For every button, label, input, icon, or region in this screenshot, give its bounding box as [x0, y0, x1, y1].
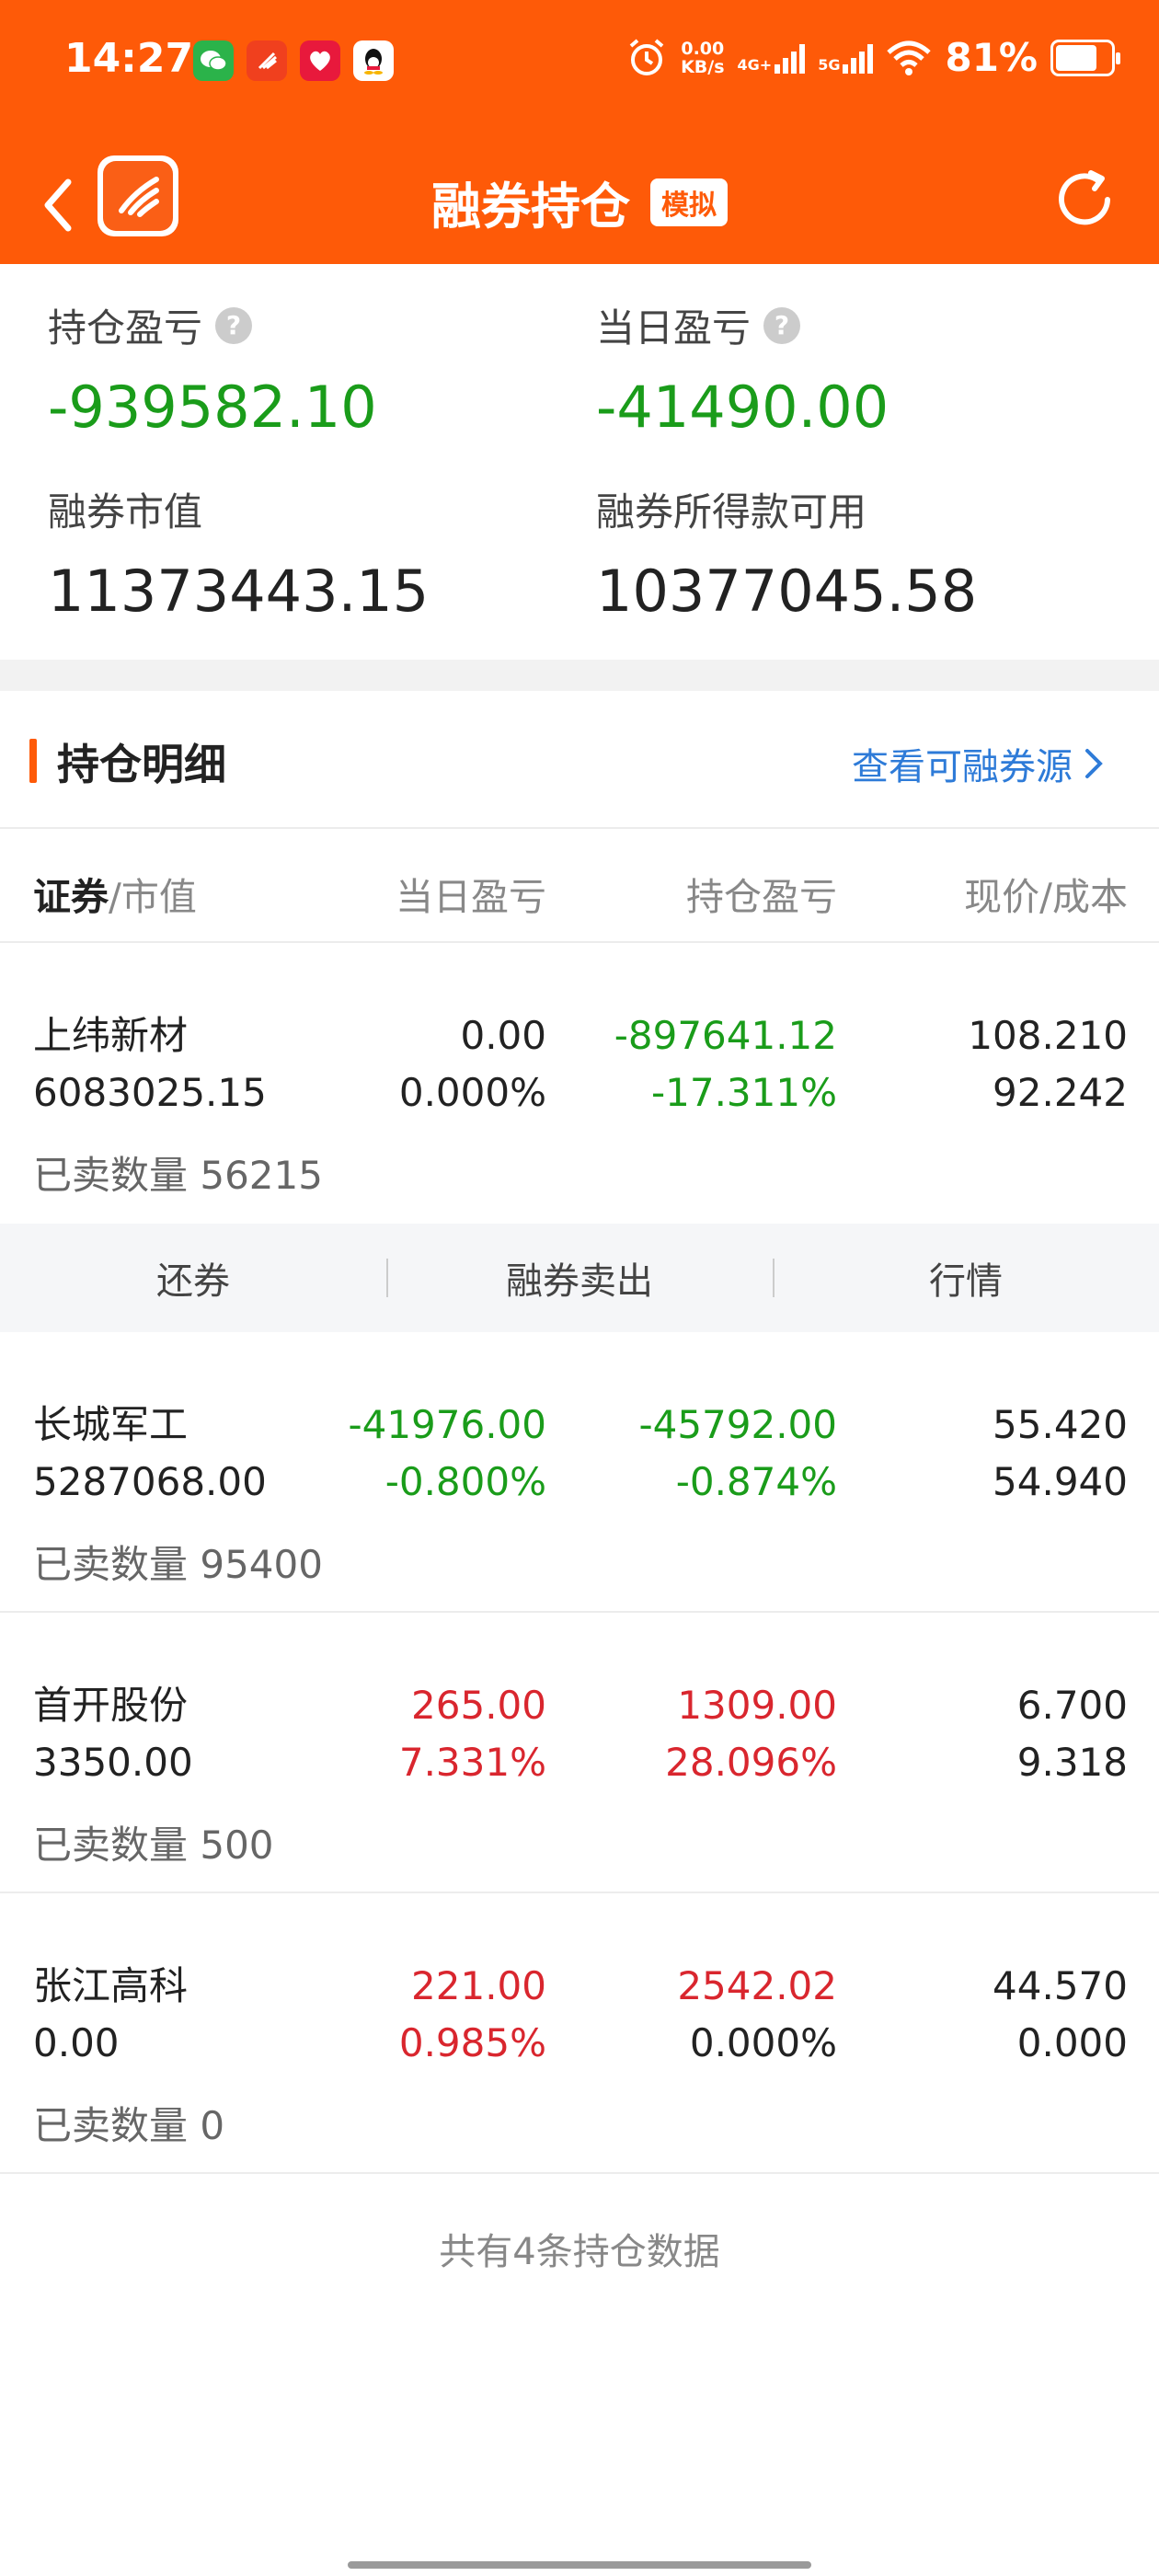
status-bar: 14:27 0.00 KB/s 4G+ 5G 81%: [0, 0, 1159, 124]
holding-pl-value: -939582.10: [48, 374, 377, 441]
current-price: 108.210: [968, 1013, 1128, 1058]
cost-price: 0.000: [1016, 2020, 1128, 2065]
holding-pl-pct: 28.096%: [665, 1740, 837, 1785]
daily-pl-pct: -0.800%: [384, 1459, 546, 1504]
holding-pl-pct: -17.311%: [650, 1070, 837, 1115]
holding-pl-label: 持仓盈亏: [48, 305, 203, 351]
refresh-icon[interactable]: [1050, 166, 1119, 234]
qq-icon: [353, 40, 394, 81]
holdings-section-header: 持仓明细 查看可融券源: [0, 691, 1159, 829]
holdings-count: 共有4条持仓数据: [439, 2231, 720, 2273]
daily-pl-value: -41490.00: [596, 374, 889, 441]
table-header: 证券/市值 当日盈亏 持仓盈亏 现价/成本: [0, 829, 1159, 943]
available-funds-value: 10377045.58: [596, 558, 978, 625]
notification-icons: [193, 40, 394, 81]
signal-4g-icon: 4G+: [738, 42, 806, 74]
repay-button[interactable]: 还券: [0, 1224, 386, 1332]
col-security: 证券/市值: [33, 866, 197, 921]
tonghuashun-icon: [247, 40, 287, 81]
signal-5g-label: 5G: [818, 55, 841, 74]
col-daily-pl: 当日盈亏: [396, 875, 546, 919]
table-row[interactable]: 首开股份 3350.00 265.00 7.331% 1309.00 28.09…: [0, 1613, 1159, 1893]
security-market-value: 6083025.15: [33, 1070, 267, 1115]
signal-5g-icon: 5G: [818, 42, 874, 74]
table-row[interactable]: 长城军工 5287068.00 -41976.00 -0.800% -45792…: [0, 1332, 1159, 1613]
daily-pl-label: 当日盈亏: [596, 305, 752, 351]
sold-quantity: 已卖数量 95400: [33, 1542, 323, 1587]
current-price: 6.700: [1016, 1683, 1128, 1728]
cost-price: 9.318: [1016, 1740, 1128, 1785]
view-borrow-source-label: 查看可融券源: [852, 746, 1073, 788]
holding-pl-pct: 0.000%: [689, 2020, 837, 2065]
sold-quantity: 已卖数量 500: [33, 1823, 274, 1868]
security-name: 上纬新材: [33, 1013, 189, 1058]
col-security-label: 证券: [33, 875, 109, 919]
view-borrow-source-link[interactable]: 查看可融券源: [852, 737, 1104, 790]
section-accent-bar: [29, 739, 37, 783]
daily-pl-pct: 7.331%: [398, 1740, 546, 1785]
holding-pl-pct: -0.874%: [675, 1459, 837, 1504]
daily-pl: 221.00: [411, 1963, 546, 2008]
row-action-bar: 还券 融券卖出 行情: [0, 1224, 1159, 1332]
market-value-block: 融券市值 11373443.15: [48, 481, 429, 625]
status-time: 14:27: [64, 35, 194, 82]
page-title: 融券持仓: [431, 178, 630, 236]
col-holding-pl: 持仓盈亏: [686, 875, 837, 919]
battery-icon: [1050, 39, 1120, 76]
security-name: 长城军工: [33, 1402, 189, 1447]
holding-pl: -45792.00: [638, 1402, 837, 1447]
battery-percent: 81%: [945, 35, 1038, 80]
nav-bar: 融券持仓 模拟: [0, 147, 1159, 264]
table-row[interactable]: 上纬新材 6083025.15 0.00 0.000% -897641.12 -…: [0, 943, 1159, 1224]
short-sell-button[interactable]: 融券卖出: [386, 1224, 773, 1332]
available-funds-label: 融券所得款可用: [596, 489, 867, 535]
wifi-icon: [887, 40, 932, 75]
holding-pl-block: 持仓盈亏 ? -939582.10: [48, 297, 377, 441]
col-market-value-label: /市值: [109, 875, 197, 919]
sold-quantity: 已卖数量 56215: [33, 1153, 323, 1198]
security-name: 首开股份: [33, 1683, 189, 1728]
help-icon[interactable]: ?: [763, 306, 801, 344]
quote-button[interactable]: 行情: [773, 1224, 1159, 1332]
simulation-badge: 模拟: [650, 178, 728, 226]
wechat-icon: [193, 40, 234, 81]
alarm-icon: [629, 38, 664, 75]
net-speed-unit: KB/s: [681, 56, 725, 77]
section-title: 持仓明细: [57, 740, 226, 789]
security-market-value: 3350.00: [33, 1740, 193, 1785]
security-market-value: 5287068.00: [33, 1459, 267, 1504]
col-price-cost: 现价/成本: [964, 875, 1128, 919]
daily-pl: 265.00: [411, 1683, 546, 1728]
net-speed-value: 0.00: [681, 38, 725, 59]
cost-price: 54.940: [993, 1459, 1128, 1504]
holding-pl: -897641.12: [614, 1013, 837, 1058]
help-icon[interactable]: ?: [215, 306, 253, 344]
top-header: 14:27 0.00 KB/s 4G+ 5G 81% 融券持仓 模拟: [0, 0, 1159, 264]
daily-pl: -41976.00: [348, 1402, 546, 1447]
security-market-value: 0.00: [33, 2020, 120, 2065]
current-price: 44.570: [993, 1963, 1128, 2008]
chevron-right-icon: [1085, 749, 1103, 778]
home-indicator[interactable]: [348, 2561, 811, 2569]
account-summary: 持仓盈亏 ? -939582.10 当日盈亏 ? -41490.00 融券市值 …: [0, 264, 1159, 660]
available-funds-block: 融券所得款可用 10377045.58: [596, 481, 977, 625]
section-divider: [0, 660, 1159, 691]
holding-pl: 1309.00: [677, 1683, 837, 1728]
status-indicators: 0.00 KB/s 4G+ 5G 81%: [625, 35, 1120, 80]
signal-4g-label: 4G+: [737, 55, 773, 74]
market-value-value: 11373443.15: [48, 558, 430, 625]
daily-pl: 0.00: [460, 1013, 546, 1058]
network-speed: 0.00 KB/s: [681, 40, 724, 76]
table-row[interactable]: 张江高科 0.00 221.00 0.985% 2542.02 0.000% 4…: [0, 1893, 1159, 2174]
current-price: 55.420: [993, 1402, 1128, 1447]
daily-pl-pct: 0.985%: [398, 2020, 546, 2065]
daily-pl-block: 当日盈亏 ? -41490.00: [596, 297, 889, 441]
security-name: 张江高科: [33, 1963, 189, 2008]
redbook-icon: [300, 40, 340, 81]
cost-price: 92.242: [993, 1070, 1128, 1115]
sold-quantity: 已卖数量 0: [33, 2103, 225, 2148]
holding-pl: 2542.02: [677, 1963, 837, 2008]
daily-pl-pct: 0.000%: [398, 1070, 546, 1115]
market-value-label: 融券市值: [48, 489, 203, 535]
